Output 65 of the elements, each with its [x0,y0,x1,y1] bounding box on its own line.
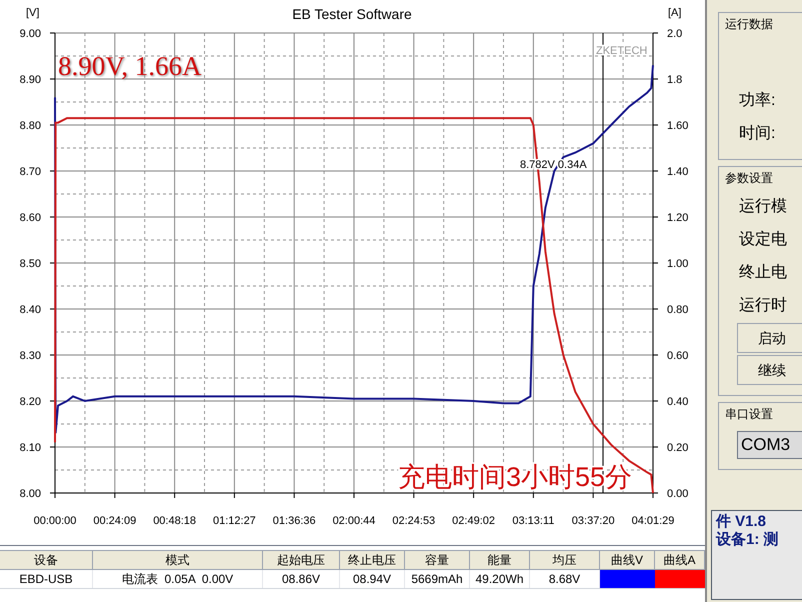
x-tick-label: 02:49:02 [452,515,495,527]
column-header[interactable]: 曲线V [600,551,655,569]
y2-tick-label: 0.20 [667,442,688,454]
x-tick-label: 00:48:18 [153,515,196,527]
x-tick-label: 02:24:53 [392,515,436,527]
y-tick-label: 8.40 [20,304,41,316]
y2-tick-label: 1.8 [667,74,682,86]
column-header[interactable]: 设备 [0,551,93,569]
y-axis-label: [V] [26,7,40,19]
column-header[interactable]: 能量 [470,551,530,569]
y2-tick-label: 0.60 [667,350,688,362]
y2-tick-label: 2.0 [667,28,682,40]
chart-title: EB Tester Software [292,6,412,22]
y-tick-label: 8.90 [20,74,41,86]
parameter-label: 终止电 [738,262,788,283]
y-tick-label: 8.30 [20,350,41,362]
column-header[interactable]: 模式 [93,551,263,569]
parameter-label: 设定电 [738,230,788,250]
info-line: 件 V1.8 [716,513,768,531]
table-cell: EBD-USB [0,570,93,588]
x-tick-label: 00:00:00 [34,515,76,527]
y2-tick-label: 0.40 [667,396,688,408]
x-tick-label: 03:37:20 [572,515,615,527]
x-tick-label: 03:13:11 [512,515,554,527]
x-tick-label: 01:36:36 [272,515,316,527]
column-header[interactable]: 均压 [530,551,600,569]
group-title: 参数设置 [724,170,774,187]
table-cell: 电流表 0.05A 0.00V [93,570,263,588]
y2-tick-label: 1.00 [667,258,688,270]
table-cell: 08.94V [340,570,405,588]
action-button[interactable]: 启动 [737,323,802,353]
y-tick-label: 8.60 [20,212,41,224]
info-line: 设备1: 测 [716,531,780,549]
y2-tick-label: 1.60 [667,120,688,132]
y-tick-label: 9.00 [20,28,41,40]
x-tick-label: 04:01:29 [632,515,674,527]
y-tick-label: 8.70 [20,166,41,178]
table-cell: 08.86V [263,570,340,588]
column-header[interactable]: 容量 [405,551,470,569]
reading-overlay: 8.90V, 1.66A [58,51,202,81]
port-field[interactable]: COM3 [737,431,802,459]
x-tick-label: 01:12:27 [213,515,256,527]
column-header[interactable]: 终止电压 [340,551,405,569]
y-tick-label: 8.80 [20,120,41,132]
action-button[interactable]: 继续 [737,355,802,385]
y-tick-label: 8.20 [20,396,41,408]
y2-tick-label: 0.80 [667,304,688,316]
column-header[interactable]: 起始电压 [263,551,340,569]
x-tick-label: 02:00:44 [332,515,376,527]
x-tick-label: 00:24:09 [93,515,136,527]
parameter-label: 运行时 [738,296,788,316]
table-cell: 5669mAh [405,570,470,588]
parameter-label: 时间: [738,124,776,144]
parameter-label: 功率: [738,90,776,111]
group-title: 串口设置 [724,406,774,423]
y-tick-label: 8.10 [20,442,41,454]
y2-axis-label: [A] [668,7,682,19]
y2-tick-label: 1.40 [667,166,688,178]
y2-tick-label: 0.00 [667,488,688,500]
table-cell: 49.20Wh [470,570,530,588]
y-tick-label: 8.00 [20,488,41,500]
group-title: 运行数据 [724,16,774,33]
y-tick-label: 8.50 [20,258,41,270]
parameter-label: 运行模 [738,197,788,217]
y2-tick-label: 1.20 [667,212,688,224]
